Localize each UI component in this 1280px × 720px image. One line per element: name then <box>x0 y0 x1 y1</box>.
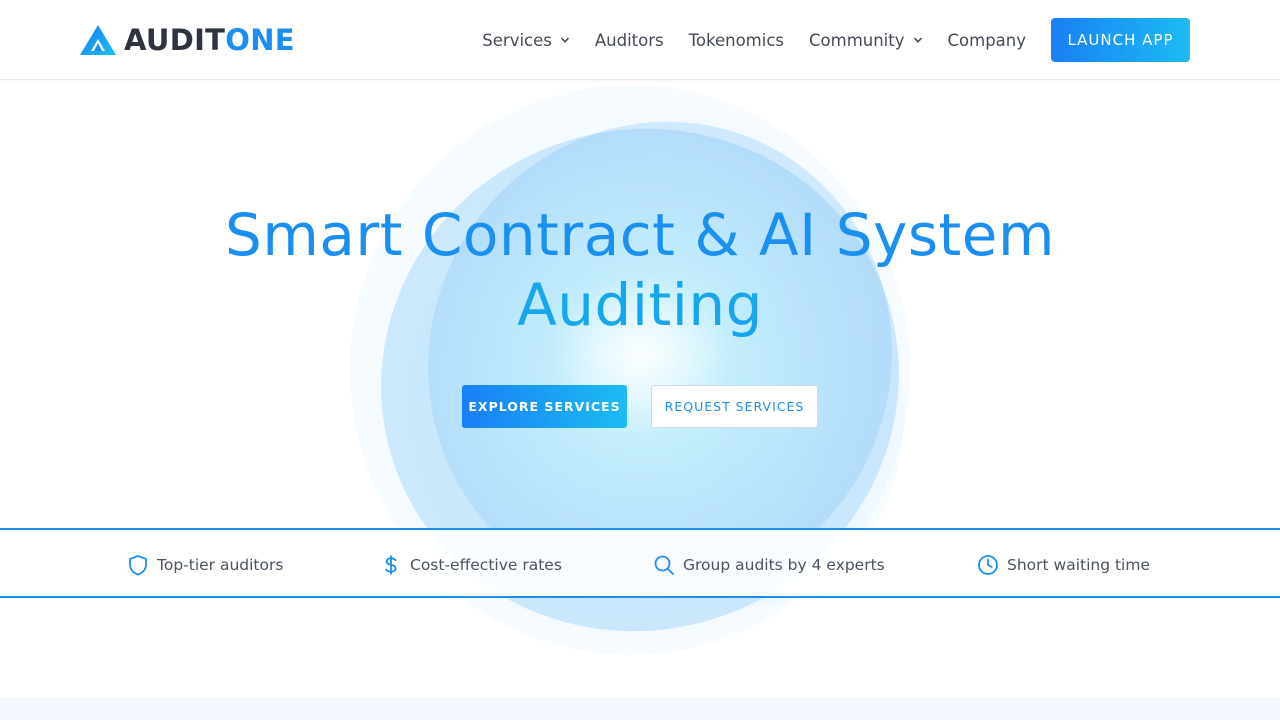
hero-title: Smart Contract & AI System Auditing <box>140 200 1140 340</box>
feature-top-tier-auditors: Top-tier auditors <box>127 553 283 577</box>
nav-item-label: Company <box>947 30 1027 50</box>
nav-item-services[interactable]: Services <box>482 31 570 50</box>
logo-text: AUDITONE <box>124 22 295 58</box>
main-nav: Services Auditors Tokenomics Community C… <box>482 18 1190 62</box>
site-header: AUDITONE Services Auditors Tokenomics Co… <box>0 0 1280 80</box>
shield-icon <box>129 555 147 576</box>
feature-short-waiting-time: Short waiting time <box>977 553 1150 577</box>
request-services-button[interactable]: REQUEST SERVICES <box>651 385 818 428</box>
clock-icon <box>978 555 998 575</box>
next-section-band <box>0 698 1280 720</box>
features-bar: Top-tier auditors Cost-effective rates G… <box>0 528 1280 598</box>
nav-item-label: Auditors <box>594 30 664 50</box>
nav-item-tokenomics[interactable]: Tokenomics <box>689 31 784 50</box>
logo[interactable]: AUDITONE <box>80 22 295 58</box>
feature-label: Cost-effective rates <box>410 556 562 574</box>
feature-label: Group audits by 4 experts <box>683 556 885 574</box>
hero-title-line2: Auditing <box>517 271 763 339</box>
feature-label: Short waiting time <box>1007 556 1150 574</box>
explore-services-button[interactable]: EXPLORE SERVICES <box>462 385 627 428</box>
feature-group-audits: Group audits by 4 experts <box>653 553 885 577</box>
chevron-down-icon <box>913 37 922 43</box>
logo-text-audit: AUDIT <box>124 23 226 57</box>
launch-app-button[interactable]: LAUNCH APP <box>1051 18 1190 62</box>
nav-item-company[interactable]: Company <box>948 31 1027 50</box>
auditone-logo-icon <box>80 25 116 55</box>
nav-item-label: Community <box>809 30 905 50</box>
chevron-down-icon <box>560 37 569 43</box>
nav-item-label: Tokenomics <box>688 30 784 50</box>
feature-label: Top-tier auditors <box>157 556 284 574</box>
hero-title-line1: Smart Contract & AI System <box>225 201 1055 269</box>
feature-cost-effective-rates: Cost-effective rates <box>380 553 562 577</box>
nav-item-auditors[interactable]: Auditors <box>595 31 664 50</box>
nav-item-community[interactable]: Community <box>809 31 923 50</box>
logo-text-one: ONE <box>225 23 295 57</box>
search-icon <box>654 555 674 575</box>
dollar-icon <box>385 555 397 575</box>
nav-item-label: Services <box>482 30 552 50</box>
